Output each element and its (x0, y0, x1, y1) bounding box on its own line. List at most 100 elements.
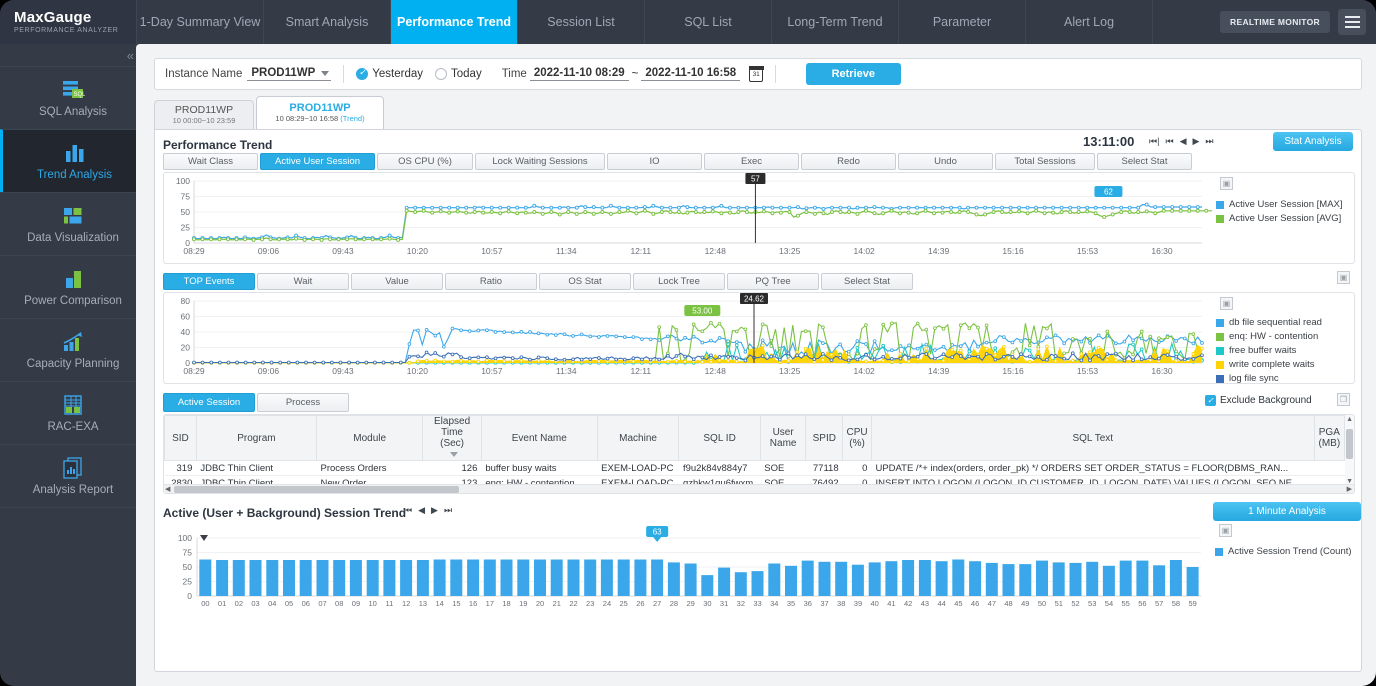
active-session-table[interactable]: SID Program Module Elapsed Time(Sec) Eve… (164, 415, 1345, 494)
legend-item-enq-hw-contention: enq: HW - contention (1216, 331, 1322, 342)
tab-redo[interactable]: Redo (801, 153, 896, 170)
col-sql-id[interactable]: SQL ID (679, 416, 760, 461)
nav-tab-sql-list[interactable]: SQL List (644, 0, 771, 44)
tab-os-stat[interactable]: OS Stat (539, 273, 631, 290)
data-visualization-icon (61, 205, 85, 227)
instance-name-select[interactable]: PROD11WP (247, 67, 331, 81)
prev-page-icon[interactable]: ⏮ (1164, 136, 1174, 147)
table-vertical-scrollbar[interactable]: ▲ ▼ (1345, 415, 1354, 486)
svg-text:14:39: 14:39 (928, 246, 950, 256)
col-module[interactable]: Module (317, 416, 423, 461)
radio-today[interactable]: Today (435, 68, 482, 80)
calendar-icon[interactable]: 31 (749, 67, 763, 82)
export-icon[interactable]: ▣ (1219, 524, 1232, 537)
col-cpu[interactable]: CPU(%) (843, 416, 872, 461)
nav-tab-long-term-trend[interactable]: Long-Term Trend (771, 0, 898, 44)
first-icon[interactable]: ⏮| (1148, 136, 1160, 147)
tab-undo[interactable]: Undo (898, 153, 993, 170)
svg-text:35: 35 (787, 599, 795, 608)
playback-controls-panel1[interactable]: ⏮| ⏮ ◀ ▶ ⏭ (1148, 136, 1215, 147)
radio-yesterday[interactable]: Yesterday (356, 68, 423, 80)
tab-pq-tree[interactable]: PQ Tree (727, 273, 819, 290)
time-from-input[interactable]: 2022-11-10 08:29 (530, 67, 629, 81)
svg-text:06: 06 (302, 599, 310, 608)
top-events-chart[interactable]: 02040608008:2909:0609:4310:2010:5711:341… (164, 293, 1212, 383)
tab-lock-tree[interactable]: Lock Tree (633, 273, 725, 290)
exclude-background-toggle[interactable]: ✓ Exclude Background (1205, 395, 1312, 406)
sidebar-item-trend-analysis[interactable]: Trend Analysis (0, 129, 146, 192)
prev-icon[interactable]: ◀ (417, 505, 426, 516)
svg-text:80: 80 (181, 296, 191, 306)
last-icon[interactable]: ⏭ (1204, 136, 1214, 147)
col-sql-text[interactable]: SQL Text (871, 416, 1314, 461)
playback-controls-panel4[interactable]: ⏮ ◀ ▶ ⏭ (403, 505, 453, 516)
tab-value[interactable]: Value (351, 273, 443, 290)
export-icon[interactable]: ▣ (1337, 271, 1350, 284)
export-icon[interactable]: ▣ (1220, 297, 1233, 310)
nav-tab-alert-log[interactable]: Alert Log (1025, 0, 1152, 44)
prev-icon[interactable]: ◀ (1179, 136, 1188, 147)
col-user-name[interactable]: User Name (760, 416, 806, 461)
radio-today-label: Today (451, 68, 482, 80)
sidebar-item-data-visualization[interactable]: Data Visualization (0, 192, 146, 255)
active-user-session-chart[interactable]: 025507510008:2909:0609:4310:2010:5711:34… (164, 173, 1212, 263)
svg-text:12:48: 12:48 (705, 246, 727, 256)
nav-tab-1day-summary-view[interactable]: 1-Day Summary View (136, 0, 263, 44)
one-minute-analysis-button[interactable]: 1 Minute Analysis (1213, 502, 1361, 521)
active-session-trend-chart[interactable]: 0255075100000102030405060708091011121314… (163, 524, 1211, 624)
tab-lock-waiting-sessions[interactable]: Lock Waiting Sessions (475, 153, 605, 170)
tab-process[interactable]: Process (257, 393, 349, 412)
next-icon[interactable]: ▶ (1191, 136, 1200, 147)
tab-wait-class[interactable]: Wait Class (163, 153, 258, 170)
legend-item-write-complete-waits: write complete waits (1216, 359, 1322, 370)
col-event-name[interactable]: Event Name (481, 416, 597, 461)
tab-select-stat-2[interactable]: Select Stat (821, 273, 913, 290)
nav-tab-smart-analysis[interactable]: Smart Analysis (263, 0, 390, 44)
copy-icon[interactable]: ❐ (1337, 393, 1350, 406)
export-icon[interactable]: ▣ (1220, 177, 1233, 190)
col-spid[interactable]: SPID (806, 416, 843, 461)
tab-os-cpu[interactable]: OS CPU (%) (377, 153, 473, 170)
stat-analysis-button[interactable]: Stat Analysis (1273, 132, 1353, 151)
nav-tab-performance-trend[interactable]: Performance Trend (390, 0, 517, 44)
sort-desc-icon[interactable] (450, 452, 458, 457)
svg-text:50: 50 (183, 562, 193, 572)
sidebar-item-capacity-planning[interactable]: Capacity Planning (0, 318, 146, 381)
tab-ratio[interactable]: Ratio (445, 273, 537, 290)
col-sid[interactable]: SID (165, 416, 197, 461)
sidebar-item-sql-analysis[interactable]: SQL SQL Analysis (0, 66, 146, 129)
sidebar-item-analysis-report[interactable]: Analysis Report (0, 444, 146, 507)
tab-active-user-session[interactable]: Active User Session (260, 153, 375, 170)
subtab-prod11wp-trend[interactable]: PROD11WP 10 08:29~10 16:58 (Trend) (256, 96, 384, 130)
nav-tab-session-list[interactable]: Session List (517, 0, 644, 44)
table-horizontal-scrollbar[interactable]: ◀ ▶ (164, 484, 1354, 493)
checkbox-icon[interactable]: ✓ (1205, 395, 1216, 406)
time-to-input[interactable]: 2022-11-10 16:58 (641, 67, 740, 81)
realtime-monitor-button[interactable]: REALTIME MONITOR (1220, 11, 1330, 33)
tab-exec[interactable]: Exec (704, 153, 799, 170)
svg-text:02: 02 (235, 599, 243, 608)
col-machine[interactable]: Machine (597, 416, 679, 461)
retrieve-button[interactable]: Retrieve (806, 63, 901, 85)
tab-active-session[interactable]: Active Session (163, 393, 255, 412)
tab-top-events[interactable]: TOP Events (163, 273, 255, 290)
subtab-title: PROD11WP (257, 103, 383, 114)
nav-tab-parameter[interactable]: Parameter (898, 0, 1025, 44)
tab-io[interactable]: IO (607, 153, 702, 170)
first-icon[interactable]: ⏮ (403, 505, 413, 516)
last-icon[interactable]: ⏭ (443, 505, 453, 516)
col-elapsed-time[interactable]: Elapsed Time(Sec) (423, 416, 482, 461)
col-pga[interactable]: PGA(MB) (1314, 416, 1344, 461)
table-row[interactable]: 319JDBC Thin ClientProcess Orders126buff… (165, 461, 1345, 476)
tab-wait[interactable]: Wait (257, 273, 349, 290)
tab-select-stat[interactable]: Select Stat (1097, 153, 1192, 170)
next-icon[interactable]: ▶ (430, 505, 439, 516)
svg-text:15:53: 15:53 (1077, 366, 1099, 376)
subtab-prod11wp-day[interactable]: PROD11WP 10 00:00~10 23:59 (154, 100, 254, 130)
tab-total-sessions[interactable]: Total Sessions (995, 153, 1095, 170)
sidebar-item-rac-exa[interactable]: RAC-EXA (0, 381, 146, 444)
sidebar-item-power-comparison[interactable]: Power Comparison (0, 255, 146, 318)
col-program[interactable]: Program (196, 416, 316, 461)
hamburger-icon[interactable] (1338, 9, 1366, 35)
sidebar-collapse-icon[interactable]: « (0, 44, 146, 66)
